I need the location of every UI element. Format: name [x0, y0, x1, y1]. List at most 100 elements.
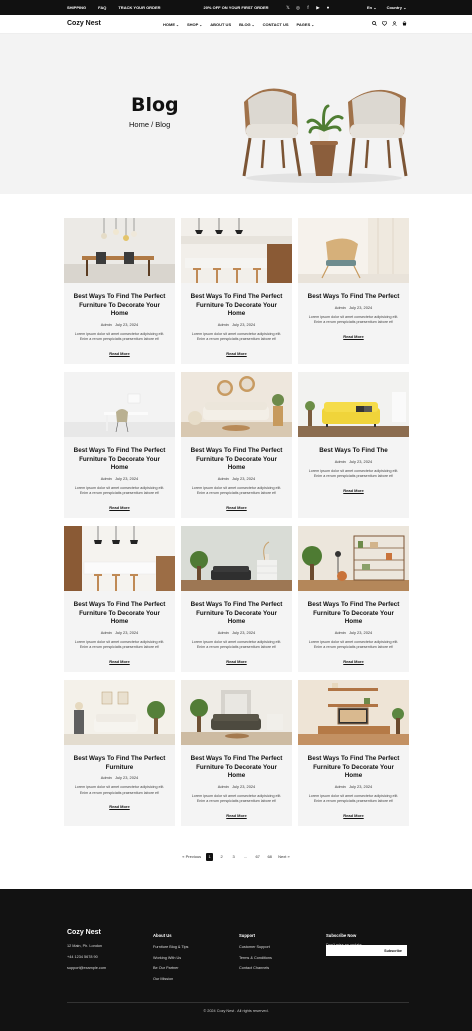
nav-pages[interactable]: PAGES⌄ [297, 22, 315, 27]
nav-contact[interactable]: CONTACT US [263, 22, 289, 27]
chevron-down-icon: ⌄ [251, 23, 255, 27]
facebook-icon[interactable]: f [306, 5, 310, 10]
post-title[interactable]: Best Ways To Find The Perfect Furniture [64, 745, 175, 772]
footer-link[interactable]: Customer Support [239, 942, 272, 953]
chevron-down-icon: ⌄ [199, 23, 203, 27]
previous-page-button[interactable]: « Previous [182, 853, 201, 861]
post-thumbnail[interactable] [181, 680, 292, 745]
page-button-67[interactable]: 67 [254, 853, 261, 861]
instagram-icon[interactable]: ◎ [296, 5, 300, 10]
post-title[interactable]: Best Ways To Find The Perfect [298, 283, 409, 302]
post-title[interactable]: Best Ways To Find The Perfect Furniture … [181, 591, 292, 627]
post-title[interactable]: Best Ways To Find The Perfect Furniture … [298, 591, 409, 627]
x-icon[interactable]: 𝕏 [286, 5, 290, 10]
blog-card: Best Ways To Find The Perfect Furniture … [64, 680, 175, 826]
post-excerpt: Lorem ipsum dolor sit amet consectetur a… [74, 785, 165, 795]
read-more-link[interactable]: Read More [298, 488, 409, 493]
subscribe-field[interactable]: Subscribe [326, 945, 407, 956]
post-thumbnail[interactable] [64, 526, 175, 591]
footer-link[interactable]: Working With Us [153, 953, 188, 964]
post-thumbnail[interactable] [298, 526, 409, 591]
post-meta: Admin July 23, 2024 [334, 304, 373, 310]
post-excerpt: Lorem ipsum dolor sit amet consectetur a… [74, 331, 165, 342]
nav-blog[interactable]: BLOG⌄ [239, 22, 255, 27]
post-thumbnail[interactable] [298, 218, 409, 283]
read-more-link[interactable]: Read More [181, 351, 292, 356]
nav-home[interactable]: HOME⌄ [163, 22, 179, 27]
post-excerpt: Lorem ipsum dolor sit amet consectetur a… [308, 793, 399, 804]
page-button-2[interactable]: 2 [218, 853, 225, 861]
chevron-down-icon: ⌄ [373, 5, 377, 10]
post-title[interactable]: Best Ways To Find The Perfect Furniture … [298, 745, 409, 781]
post-thumbnail[interactable] [298, 372, 409, 437]
heart-icon[interactable] [382, 21, 387, 26]
footer-support: Support Customer Support Terms & Conditi… [239, 931, 272, 974]
footer-phone[interactable]: +44 1234 5678 90 [67, 952, 106, 963]
top-bar: SHIPPING FAQ TRACK YOUR ORDER 20% OFF ON… [0, 0, 472, 15]
read-more-link[interactable]: Read More [298, 334, 409, 339]
subscribe-button[interactable]: Subscribe [384, 949, 402, 953]
read-more-link[interactable]: Read More [64, 351, 175, 356]
footer-link[interactable]: Terms & Conditions [239, 953, 272, 964]
post-thumbnail[interactable] [64, 680, 175, 745]
footer-contact: 12 Main, Ph. London +44 1234 5678 90 sup… [67, 941, 106, 973]
footer-link[interactable]: Contact Channels [239, 963, 272, 974]
read-more-link[interactable]: Read More [64, 659, 175, 664]
post-title[interactable]: Best Ways To Find The Perfect Furniture … [64, 283, 175, 319]
read-more-link[interactable]: Read More [298, 659, 409, 664]
footer-email[interactable]: support@example.com [67, 963, 106, 974]
read-more-link[interactable]: Read More [181, 505, 292, 510]
footer-about: About Us Furniture Blog & Tips Working W… [153, 931, 188, 985]
post-thumbnail[interactable] [181, 218, 292, 283]
post-title[interactable]: Best Ways To Find The Perfect Furniture … [64, 591, 175, 627]
post-excerpt: Lorem ipsum dolor sit amet consectetur a… [308, 314, 399, 325]
post-thumbnail[interactable] [64, 218, 175, 283]
post-thumbnail[interactable] [181, 526, 292, 591]
read-more-link[interactable]: Read More [64, 505, 175, 510]
read-more-link[interactable]: Read More [64, 804, 175, 809]
post-title[interactable]: Best Ways To Find The Perfect Furniture … [64, 437, 175, 473]
page-button-3[interactable]: 3 [230, 853, 237, 861]
search-icon[interactable] [372, 21, 377, 26]
post-meta: Admin July 23, 2024 [217, 629, 256, 635]
page-button-68[interactable]: 68 [266, 853, 273, 861]
read-more-link[interactable]: Read More [298, 813, 409, 818]
nav-about[interactable]: ABOUT US [210, 22, 231, 27]
post-title[interactable]: Best Ways To Find The [298, 437, 409, 456]
footer-link[interactable]: Furniture Blog & Tips [153, 942, 188, 953]
page-button-1[interactable]: 1 [206, 853, 214, 861]
post-thumbnail[interactable] [298, 680, 409, 745]
cart-icon[interactable] [402, 21, 407, 26]
post-excerpt: Lorem ipsum dolor sit amet consectetur a… [308, 468, 399, 479]
read-more-link[interactable]: Read More [181, 813, 292, 818]
language-select[interactable]: En ⌄ [367, 5, 377, 10]
post-thumbnail[interactable] [181, 372, 292, 437]
footer-logo[interactable]: Cozy Nest [67, 929, 101, 936]
read-more-link[interactable]: Read More [181, 659, 292, 664]
pinterest-icon[interactable]: ● [326, 5, 330, 10]
post-excerpt: Lorem ipsum dolor sit amet consectetur a… [191, 485, 282, 496]
footer-address: 12 Main, Ph. London [67, 944, 103, 948]
country-select[interactable]: Country ⌄ [387, 5, 407, 10]
next-page-button[interactable]: Next » [278, 853, 290, 861]
logo[interactable]: Cozy Nest [67, 20, 101, 27]
site-header: Cozy Nest HOME⌄ SHOP⌄ ABOUT US BLOG⌄ CON… [0, 15, 472, 34]
youtube-icon[interactable]: ▶ [316, 5, 320, 10]
chevron-down-icon: ⌄ [403, 5, 407, 10]
nav-shop[interactable]: SHOP⌄ [187, 22, 202, 27]
blog-card: Best Ways To Find The Perfect Furniture … [181, 680, 292, 826]
footer-link[interactable]: Be Our Partner [153, 963, 188, 974]
footer-divider [67, 1002, 409, 1003]
post-title[interactable]: Best Ways To Find The Perfect Furniture … [181, 283, 292, 319]
post-title[interactable]: Best Ways To Find The Perfect Furniture … [181, 745, 292, 781]
user-icon[interactable] [392, 21, 397, 26]
post-title[interactable]: Best Ways To Find The Perfect Furniture … [181, 437, 292, 473]
footer-subscribe-heading: Subscribe Now [326, 933, 357, 938]
main-nav: HOME⌄ SHOP⌄ ABOUT US BLOG⌄ CONTACT US PA… [163, 22, 314, 27]
footer-link[interactable]: Our Mission [153, 974, 188, 985]
breadcrumb[interactable]: Home / Blog [129, 120, 170, 129]
post-excerpt: Lorem ipsum dolor sit amet consectetur a… [191, 639, 282, 650]
post-meta: Admin July 23, 2024 [100, 475, 139, 481]
blog-card: Best Ways To Find The Admin July 23, 202… [298, 372, 409, 518]
post-thumbnail[interactable] [64, 372, 175, 437]
